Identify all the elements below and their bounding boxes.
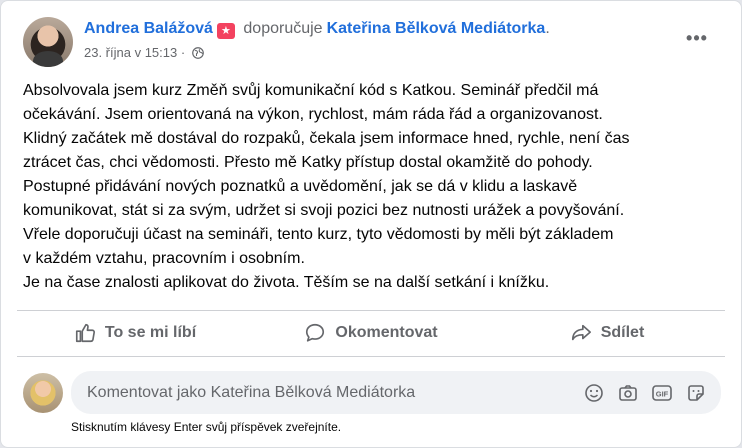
share-button[interactable]: Sdílet bbox=[489, 314, 725, 352]
post-timestamp[interactable]: 23. října v 15:13 bbox=[84, 45, 177, 60]
title-period: . bbox=[545, 20, 550, 37]
svg-text:GIF: GIF bbox=[656, 390, 669, 399]
post-actions-bar: To se mi líbí Okomentovat Sdílet bbox=[17, 314, 725, 352]
like-button[interactable]: To se mi líbí bbox=[17, 314, 253, 352]
comment-label: Okomentovat bbox=[335, 324, 438, 341]
comment-button[interactable]: Okomentovat bbox=[253, 314, 489, 352]
comment-hint: Stisknutím klávesy Enter svůj příspěvek … bbox=[71, 420, 342, 434]
comment-placeholder: Komentovat jako Kateřina Bělková Mediáto… bbox=[87, 384, 416, 401]
author-name-link[interactable]: Andrea Balážová bbox=[84, 20, 213, 37]
globe-icon[interactable] bbox=[191, 47, 204, 63]
commenter-avatar[interactable] bbox=[23, 373, 63, 413]
recommends-verb: doporučuje bbox=[243, 20, 323, 37]
camera-icon[interactable] bbox=[611, 381, 645, 405]
page-name-link[interactable]: Kateřina Bělková Mediátorka bbox=[327, 20, 546, 37]
share-arrow-icon bbox=[571, 324, 591, 341]
post-card: Andrea Balážová ★ doporučuje Kateřina Bělk… bbox=[0, 0, 742, 448]
post-title-line: Andrea Balážová ★ doporučuje Kateřina Bělk… bbox=[84, 19, 550, 39]
post-body-text: Absolvovala jsem kurz Změň svůj komunika… bbox=[23, 82, 630, 291]
more-dots-icon: ••• bbox=[686, 28, 708, 48]
comment-tools: GIF bbox=[577, 381, 713, 405]
meta-separator: · bbox=[180, 45, 186, 60]
speech-bubble-icon bbox=[306, 323, 325, 342]
more-options-button[interactable]: ••• bbox=[679, 29, 715, 53]
emoji-icon[interactable] bbox=[577, 381, 611, 405]
post-header: Andrea Balážová ★ doporučuje Kateřina Bělk… bbox=[23, 17, 725, 67]
sticker-icon[interactable] bbox=[679, 381, 713, 405]
post-meta: 23. října v 15:13 · bbox=[84, 45, 204, 63]
divider bbox=[17, 310, 725, 311]
like-label: To se mi líbí bbox=[104, 324, 197, 341]
author-avatar[interactable] bbox=[23, 17, 73, 67]
comment-input[interactable]: Komentovat jako Kateřina Bělková Mediáto… bbox=[71, 371, 721, 414]
divider bbox=[17, 356, 725, 357]
recommend-star-icon: ★ bbox=[216, 23, 235, 39]
gif-icon[interactable]: GIF bbox=[645, 381, 679, 405]
thumbs-up-icon bbox=[75, 323, 95, 343]
share-label: Sdílet bbox=[600, 324, 645, 341]
